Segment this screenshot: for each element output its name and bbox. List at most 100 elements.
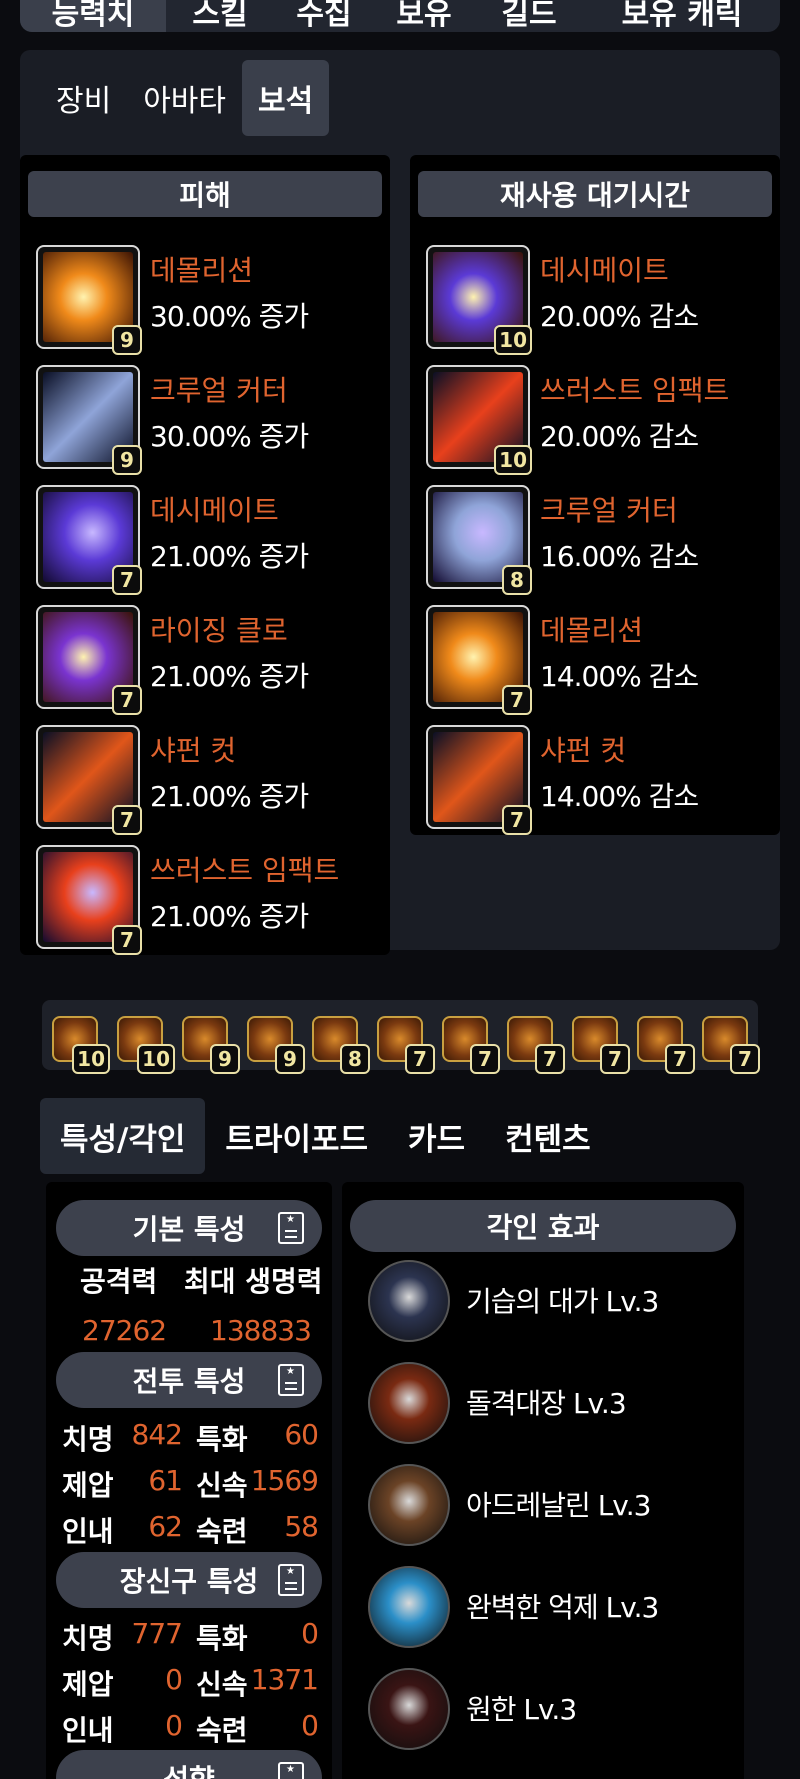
gem-level-badge: 9: [275, 1044, 305, 1074]
max-hp-label: 최대 생명력: [184, 1265, 323, 1298]
engraving-row[interactable]: 완벽한 억제 Lv.3: [368, 1566, 738, 1650]
gem-level-badge: 7: [405, 1044, 435, 1074]
engraving-name: 돌격대장 Lv.3: [466, 1387, 627, 1420]
thrust-impact-skill-icon[interactable]: 10: [426, 365, 532, 475]
document-icon[interactable]: [278, 1364, 304, 1396]
attack-value: 27262: [82, 1314, 167, 1347]
gem-row[interactable]: 7 샤펀 컷 21.00% 증가: [36, 725, 376, 835]
master-ambusher-icon[interactable]: [368, 1260, 450, 1342]
tab-collection[interactable]: 수집: [274, 0, 374, 32]
basic-stats-title: 기본 특성: [132, 1213, 246, 1246]
gem-effect: 30.00% 증가: [150, 420, 309, 453]
gem-row[interactable]: 10 쓰러스트 임팩트 20.00% 감소: [426, 365, 766, 475]
accessory-stats-header[interactable]: 장신구 특성: [56, 1552, 322, 1608]
document-icon[interactable]: [278, 1212, 304, 1244]
gem-row[interactable]: 7 데시메이트 21.00% 증가: [36, 485, 376, 595]
gem-level-badge: 7: [112, 565, 142, 595]
attack-label: 공격력: [80, 1265, 158, 1298]
gem-effect: 14.00% 감소: [540, 660, 699, 693]
gem-skill-name: 크루얼 커터: [150, 374, 288, 407]
tab-tripod[interactable]: 트라이포드: [205, 1098, 388, 1174]
gem-skill-name: 라이징 클로: [150, 614, 288, 647]
gem-icon[interactable]: 7: [507, 1016, 565, 1074]
gem-effect: 16.00% 감소: [540, 540, 699, 573]
decimate-skill-icon[interactable]: 10: [426, 245, 532, 355]
gem-level-badge: 10: [494, 325, 532, 355]
stat-value: 0: [301, 1617, 319, 1650]
engraving-row[interactable]: 아드레날린 Lv.3: [368, 1464, 738, 1548]
tab-traits-engravings[interactable]: 특성/각인: [40, 1098, 206, 1174]
stat-value: 58: [284, 1510, 319, 1543]
engraving-row[interactable]: 기습의 대가 Lv.3: [368, 1260, 738, 1344]
cruel-cutter-skill-icon[interactable]: 8: [426, 485, 532, 595]
document-icon[interactable]: [278, 1564, 304, 1596]
gem-effect: 21.00% 증가: [150, 780, 309, 813]
gem-icon[interactable]: 10: [117, 1016, 175, 1074]
tab-skills[interactable]: 스킬: [166, 0, 274, 32]
damage-gems-column: 피해 9 데몰리션 30.00% 증가 9 크루얼 커터 30.00% 증가 7 데시메이트 2…: [20, 155, 390, 955]
thrust-impact-skill-icon[interactable]: 7: [36, 845, 142, 955]
tab-cards[interactable]: 카드: [388, 1098, 485, 1174]
combat-stats-title: 전투 특성: [132, 1365, 246, 1398]
gem-row[interactable]: 7 데몰리션 14.00% 감소: [426, 605, 766, 715]
gem-skill-name: 쓰러스트 임팩트: [540, 374, 730, 407]
gem-icon[interactable]: 10: [52, 1016, 110, 1074]
grudge-icon[interactable]: [368, 1668, 450, 1750]
gem-row[interactable]: 10 데시메이트 20.00% 감소: [426, 245, 766, 355]
document-icon[interactable]: [278, 1762, 304, 1779]
engraving-row[interactable]: 돌격대장 Lv.3: [368, 1362, 738, 1446]
sharpen-cut-skill-icon[interactable]: 7: [36, 725, 142, 835]
stat-value: 1569: [250, 1464, 319, 1497]
stat-value: 62: [148, 1510, 183, 1543]
gem-skill-name: 쓰러스트 임팩트: [150, 854, 340, 887]
gem-icon[interactable]: 9: [182, 1016, 240, 1074]
demolition-skill-icon[interactable]: 9: [36, 245, 142, 355]
gem-effect: 21.00% 증가: [150, 540, 309, 573]
sharpen-cut-skill-icon[interactable]: 7: [426, 725, 532, 835]
gem-icon[interactable]: 7: [637, 1016, 695, 1074]
gem-icon[interactable]: 7: [442, 1016, 500, 1074]
gem-row[interactable]: 7 라이징 클로 21.00% 증가: [36, 605, 376, 715]
gem-row[interactable]: 9 크루얼 커터 30.00% 증가: [36, 365, 376, 475]
basic-stats-header[interactable]: 기본 특성: [56, 1200, 322, 1256]
gem-level-badge: 7: [502, 805, 532, 835]
stat-label: 제압: [62, 1668, 114, 1701]
tab-gems[interactable]: 보석: [242, 60, 330, 136]
gem-row[interactable]: 9 데몰리션 30.00% 증가: [36, 245, 376, 355]
gem-icon[interactable]: 7: [377, 1016, 435, 1074]
engravings-box: 각인 효과 기습의 대가 Lv.3 돌격대장 Lv.3 아드레날린 Lv.3 완벽한 …: [342, 1182, 744, 1779]
gem-row[interactable]: 7 샤펀 컷 14.00% 감소: [426, 725, 766, 835]
stat-label: 숙련: [196, 1714, 248, 1747]
cruel-cutter-skill-icon[interactable]: 9: [36, 365, 142, 475]
engraving-row[interactable]: 원한 Lv.3: [368, 1668, 738, 1752]
combat-stats-header[interactable]: 전투 특성: [56, 1352, 322, 1408]
tab-stats[interactable]: 능력치: [20, 0, 166, 32]
tab-owned-characters[interactable]: 보유 캐릭: [584, 0, 780, 32]
demolition-skill-icon[interactable]: 7: [426, 605, 532, 715]
stat-label: 치명: [62, 1622, 114, 1655]
gem-icon[interactable]: 7: [702, 1016, 760, 1074]
tab-owned[interactable]: 보유: [374, 0, 474, 32]
gem-row[interactable]: 7 쓰러스트 임팩트 21.00% 증가: [36, 845, 376, 955]
gem-effect: 14.00% 감소: [540, 780, 699, 813]
lower-tab-bar: 특성/각인 트라이포드 카드 컨텐츠: [40, 1098, 611, 1174]
tab-equipment[interactable]: 장비: [40, 60, 127, 136]
rising-claw-skill-icon[interactable]: 7: [36, 605, 142, 715]
adrenaline-icon[interactable]: [368, 1464, 450, 1546]
decimate-skill-icon[interactable]: 7: [36, 485, 142, 595]
top-tab-bar: 능력치 스킬 수집 보유 길드 보유 캐릭: [20, 0, 780, 32]
tab-guild[interactable]: 길드: [474, 0, 584, 32]
gem-row[interactable]: 8 크루얼 커터 16.00% 감소: [426, 485, 766, 595]
gem-icon[interactable]: 7: [572, 1016, 630, 1074]
stat-label: 신속: [196, 1469, 248, 1502]
gem-icon[interactable]: 9: [247, 1016, 305, 1074]
engraving-name: 완벽한 억제 Lv.3: [466, 1591, 659, 1624]
stat-value: 842: [131, 1418, 183, 1451]
tab-contents[interactable]: 컨텐츠: [485, 1098, 611, 1174]
gem-skill-name: 데시메이트: [540, 254, 669, 287]
perfect-suppression-icon[interactable]: [368, 1566, 450, 1648]
tab-avatar[interactable]: 아바타: [127, 60, 242, 136]
stat-label: 숙련: [196, 1515, 248, 1548]
gem-icon[interactable]: 8: [312, 1016, 370, 1074]
raid-captain-icon[interactable]: [368, 1362, 450, 1444]
